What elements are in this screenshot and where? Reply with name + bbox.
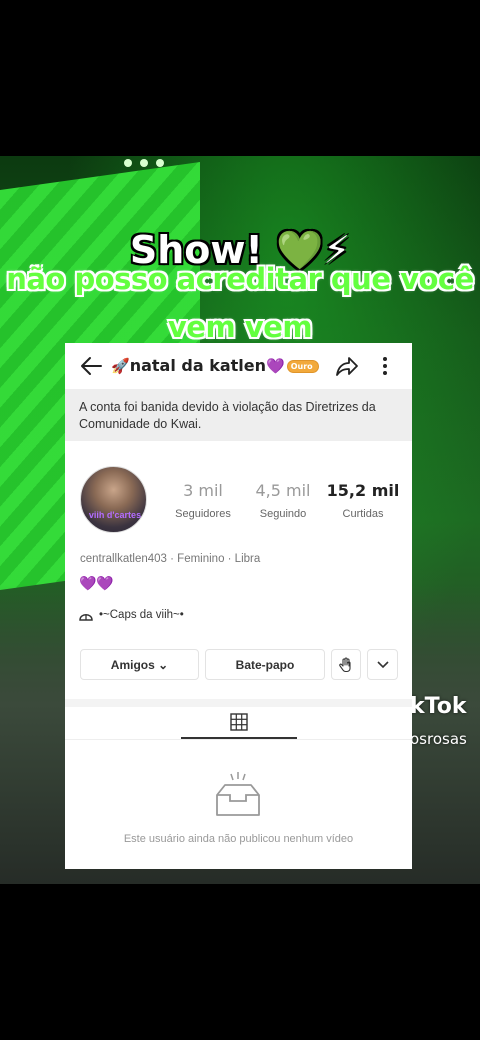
stat-likes[interactable]: 15,2 mil Curtidas [323,481,403,520]
stat-label: Curtidas [342,508,384,520]
avatar-overlay-text: viih d'cartes [88,510,142,520]
empty-state-message: Este usuário ainda não publicou nenhum v… [123,833,354,845]
profile-screenshot: 🚀natal da katlen💜 Ouro A conta foi banida… [65,343,412,869]
section-divider [65,699,412,707]
grid-icon[interactable] [230,713,248,731]
profile-title: 🚀natal da katlen💜 Ouro [111,356,319,375]
rocket-icon: 🚀 [111,357,130,375]
stat-followers[interactable]: 3 mil Seguidores [163,481,243,520]
linked-account-label: •~Caps da viih~• [99,609,184,621]
stage-lights [120,156,200,170]
more-vertical-icon[interactable] [377,354,393,378]
profile-stats: 3 mil Seguidores 4,5 mil Seguindo 15,2 m… [163,481,403,520]
stat-value: 3 mil [183,481,223,500]
stat-value: 15,2 mil [326,481,400,500]
profile-topbar: 🚀natal da katlen💜 Ouro [65,343,412,389]
purple-heart-icon: 💜 [266,357,285,375]
caption-line-2: vem vem [167,310,313,344]
stat-following[interactable]: 4,5 mil Seguindo [243,481,323,520]
ban-notice: A conta foi banida devido à violação das… [65,389,412,441]
stat-label: Seguindo [259,508,307,520]
tiktok-watermark: kTok [410,694,467,719]
avatar[interactable]: viih d'cartes [80,466,147,533]
hand-icon [339,656,351,672]
stat-label: Seguidores [175,508,231,520]
tiktok-handle: osrosas [410,730,467,748]
chevron-down-icon [376,660,389,668]
empty-inbox-icon [216,772,260,816]
wave-button[interactable] [331,649,361,680]
friends-button[interactable]: Amigos ⌄ [80,649,199,680]
stat-value: 4,5 mil [255,481,311,500]
caption-line-1: não posso acreditar que você [6,262,474,296]
level-badge: Ouro [286,360,319,373]
dome-icon [79,614,93,621]
profile-bio: 💜💜 [79,575,114,591]
profile-name: natal da katlen [129,356,267,375]
tab-baseline [65,739,412,740]
chat-button[interactable]: Bate-papo [205,649,325,680]
profile-meta: centrallkatlen403 · Feminino · Libra [80,553,261,565]
linked-account[interactable]: •~Caps da viih~• [79,609,184,621]
more-options-button[interactable] [367,649,398,680]
back-arrow-icon[interactable] [79,355,103,377]
share-icon[interactable] [335,354,359,378]
